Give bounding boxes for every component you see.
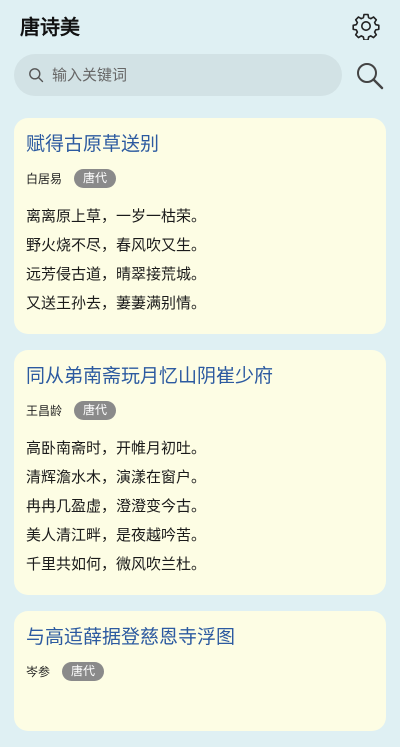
poem-line: 又送王孙去，萋萋满别情。: [26, 294, 207, 312]
dynasty-badge: 唐代: [74, 168, 117, 188]
app-title: 唐诗美: [20, 15, 80, 39]
poem-card[interactable]: 赋得古原草送别白居易 唐代离离原上草，一岁一枯荣。 野火烧不尽，春风吹又生。 远芳侵古…: [14, 118, 386, 334]
poem-author: 白居易: [26, 171, 63, 186]
search-icon: [357, 63, 384, 90]
poem-card[interactable]: 与高适薛据登慈恩寺浮图岑参 唐代: [14, 611, 386, 731]
search-field-container[interactable]: [14, 54, 342, 96]
poem-card[interactable]: 同从弟南斋玩月忆山阴崔少府王昌龄 唐代高卧南斋时，开帷月初吐。 清辉澹水木，演漾在窗…: [14, 350, 386, 595]
poem-meta: 岑参 唐代: [26, 661, 374, 681]
search-button[interactable]: [354, 60, 386, 92]
poem-meta: 白居易 唐代: [26, 168, 374, 188]
search-icon: [28, 67, 44, 83]
poem-author: 王昌龄: [26, 403, 63, 418]
poem-author: 岑参: [26, 664, 51, 679]
poem-title[interactable]: 同从弟南斋玩月忆山阴崔少府: [26, 362, 374, 390]
poem-line: 清辉澹水木，演漾在窗户。: [26, 468, 207, 486]
poem-list: 赋得古原草送别 白居易 唐代 离离原上草，一岁一枯荣。 野火烧不尽，春风吹又生。 远芳侵古…: [14, 118, 386, 747]
poem-title[interactable]: 与高适薛据登慈恩寺浮图: [26, 623, 374, 651]
app-header: 唐诗美: [0, 0, 400, 50]
poem-line: 远芳侵古道，晴翠接荒城。: [26, 265, 207, 283]
poem-line: 离离原上草，一岁一枯荣。: [26, 207, 207, 225]
poem-line: 美人清江畔，是夜越吟苦。: [26, 526, 207, 544]
dynasty-badge: 唐代: [74, 400, 117, 420]
poem-line: 野火烧不尽，春风吹又生。: [26, 236, 207, 254]
gear-icon[interactable]: [352, 12, 380, 41]
search-input[interactable]: [52, 54, 332, 96]
search-bar: [0, 54, 400, 98]
poem-line: 冉冉几盈虚，澄澄变今古。: [26, 497, 207, 515]
dynasty-badge: 唐代: [62, 661, 105, 681]
poem-meta: 王昌龄 唐代: [26, 400, 374, 420]
poem-line: 千里共如何，微风吹兰杜。: [26, 555, 207, 573]
poem-title[interactable]: 赋得古原草送别: [26, 130, 374, 158]
poem-line: 高卧南斋时，开帷月初吐。: [26, 439, 207, 457]
